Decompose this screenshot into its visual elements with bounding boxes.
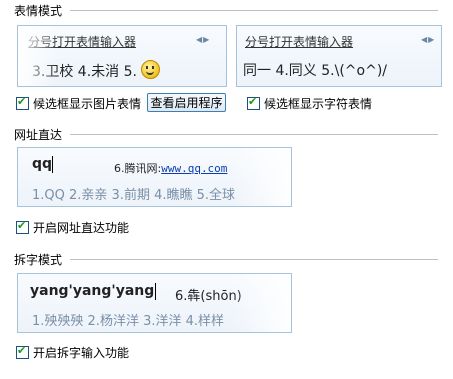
- show-image-emoji-checkbox[interactable]: 候选框显示图片表情: [16, 95, 141, 112]
- url-preview: qq 6.腾讯网:www.qq.com 1.QQ 2.亲亲 3.前期 4.瞧瞧 …: [17, 147, 292, 207]
- preview-header: 分号打开表情输入器: [28, 35, 137, 49]
- checkbox-label: 候选框显示图片表情: [33, 97, 142, 111]
- section-divider: [70, 259, 438, 260]
- text-caret: [155, 283, 156, 300]
- page-arrows-icon: ◀▶: [421, 35, 436, 44]
- checkbox-checked-icon[interactable]: [16, 344, 29, 359]
- enable-url-direct-checkbox[interactable]: 开启网址直达功能: [16, 219, 129, 236]
- url-link: www.qq.com: [161, 162, 228, 175]
- show-char-emoji-checkbox[interactable]: 候选框显示字符表情: [247, 95, 372, 112]
- url-hint: 6.腾讯网:www.qq.com: [114, 160, 227, 176]
- preview-candidates: 3.卫校 4.未消 5.: [32, 60, 161, 81]
- section-divider: [70, 10, 438, 11]
- preview-candidates: 1.殃殃殃 2.杨洋洋 3.洋洋 4.样样: [32, 314, 225, 329]
- checkbox-label: 候选框显示字符表情: [264, 97, 373, 111]
- checkbox-checked-icon[interactable]: [16, 95, 29, 110]
- checkbox-checked-icon[interactable]: [247, 95, 260, 110]
- hint-prefix: 6.腾讯网:: [114, 162, 162, 175]
- smiley-face-icon: [141, 60, 161, 79]
- preview-input-text: yang'yang'yang: [30, 283, 155, 299]
- candidate-text: 3.卫校 4.未消 5.: [32, 64, 137, 80]
- preview-header: 分号打开表情输入器: [245, 35, 354, 49]
- checkbox-label: 开启拆字输入功能: [33, 346, 130, 360]
- preview-candidates: 1.QQ 2.亲亲 3.前期 4.瞧瞧 5.全球: [32, 188, 236, 203]
- enable-split-char-checkbox[interactable]: 开启拆字输入功能: [16, 344, 129, 361]
- preview-candidates: 同一 4.同义 5.\(^o^)/: [243, 63, 387, 79]
- checkbox-checked-icon[interactable]: [16, 219, 29, 234]
- split-preview: yang'yang'yang 6.犇(shōn) 1.殃殃殃 2.杨洋洋 3.洋…: [17, 273, 292, 333]
- emoji-section-title: 表情模式: [14, 4, 63, 18]
- checkbox-label: 开启网址直达功能: [33, 221, 130, 235]
- page-arrows-icon: ◀▶: [196, 35, 211, 44]
- split-section-title: 拆字模式: [14, 253, 63, 267]
- preview-input-text: qq: [32, 156, 53, 172]
- url-section-title: 网址直达: [14, 128, 63, 142]
- view-enabled-apps-button[interactable]: 查看启用程序: [147, 93, 226, 112]
- text-caret: [52, 156, 53, 173]
- emoji-image-preview: 分号打开表情输入器 ◀▶ 3.卫校 4.未消 5.: [17, 25, 227, 87]
- emoji-char-preview: 分号打开表情输入器 ◀▶ 同一 4.同义 5.\(^o^)/: [236, 25, 442, 87]
- split-hint: 6.犇(shōn): [175, 289, 242, 304]
- section-divider: [70, 134, 438, 135]
